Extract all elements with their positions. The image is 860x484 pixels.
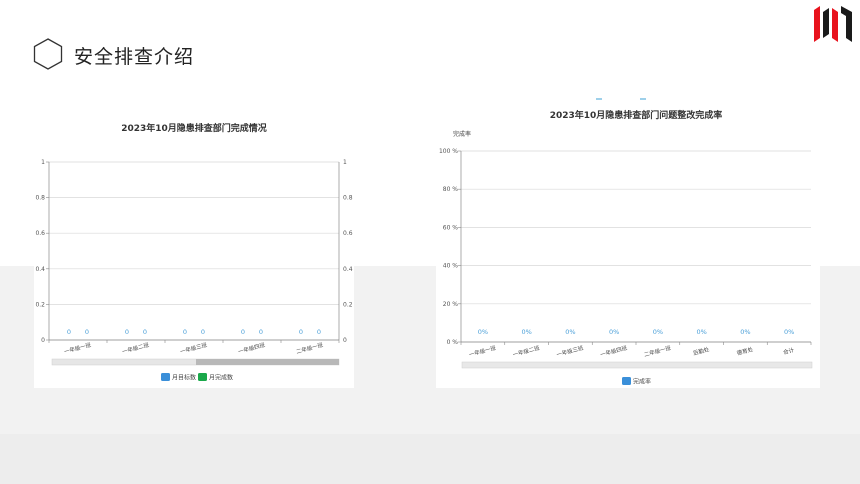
data-label: 0%	[521, 328, 531, 336]
y-tick-label: 0.6	[35, 230, 45, 237]
y-tick-label: 60 %	[443, 224, 459, 231]
data-label: 0%	[740, 328, 750, 336]
scrollbar-thumb[interactable]	[196, 359, 339, 365]
x-tick-label: 一年级三班	[179, 341, 208, 356]
x-tick-label: 一年级一班	[468, 344, 497, 359]
legend-label: 月目标数	[172, 374, 196, 382]
legend-label: 月完成数	[209, 374, 233, 382]
data-label: 0	[317, 328, 321, 336]
data-label: 0	[299, 328, 303, 336]
y-tick-label: 40 %	[443, 263, 459, 270]
data-label: 0	[143, 328, 147, 336]
y-axis-label: 完成率	[453, 130, 471, 138]
chart-toolbar-mark	[596, 98, 602, 100]
data-label: 0%	[609, 328, 619, 336]
x-tick-label: 一年级四班	[237, 341, 266, 356]
y2-tick-label: 0	[343, 337, 347, 344]
y2-tick-label: 0.8	[343, 195, 353, 202]
brand-logo	[814, 6, 852, 42]
y-tick-label: 100 %	[439, 148, 458, 155]
footer-band	[0, 434, 860, 484]
y-tick-label: 0.2	[35, 301, 45, 308]
completion-chart: 2023年10月隐患排查部门完成情况 0 0 0.2 0.2 0.4 0.4 0.6 0.6 0…	[35, 122, 353, 382]
rectification-rate-chart: 2023年10月隐患排查部门问题整改完成率 完成率 0 % 20 % 40 % 60 …	[439, 98, 813, 386]
x-tick-label: 二年级一班	[295, 341, 324, 356]
y2-tick-label: 0.6	[343, 230, 353, 237]
data-label: 0	[201, 328, 205, 336]
y2-tick-label: 1	[343, 159, 347, 166]
y-tick-label: 0	[41, 337, 45, 344]
page-title: 安全排查介绍	[74, 46, 195, 68]
chart-panel-rectification: 2023年10月隐患排查部门问题整改完成率 完成率 0 % 20 % 40 % 60 …	[436, 98, 820, 388]
legend-swatch	[198, 373, 207, 381]
data-label: 0%	[784, 328, 794, 336]
y-tick-label: 0.4	[35, 266, 45, 273]
legend-swatch	[161, 373, 170, 381]
data-label: 0	[259, 328, 263, 336]
chart-title: 2023年10月隐患排查部门完成情况	[121, 122, 267, 134]
x-tick-label: 二年级一班	[643, 344, 672, 359]
y-tick-label: 0.8	[35, 195, 45, 202]
scrollbar-track[interactable]	[461, 361, 813, 369]
data-label: 0%	[565, 328, 575, 336]
data-label: 0	[183, 328, 187, 336]
y-tick-label: 0 %	[447, 339, 459, 346]
data-label: 0%	[696, 328, 706, 336]
data-label: 0%	[478, 328, 488, 336]
x-tick-label: 一年级一班	[63, 341, 92, 356]
x-tick-label: 后勤处	[692, 345, 710, 357]
chart-toolbar-mark	[640, 98, 646, 100]
chart-panel-completion: 2023年10月隐患排查部门完成情况 0 0 0.2 0.2 0.4 0.4 0.6 0.6 0…	[34, 98, 354, 388]
legend-label: 完成率	[633, 378, 651, 386]
legend-swatch	[622, 377, 631, 385]
data-label: 0	[67, 328, 71, 336]
chart-title: 2023年10月隐患排查部门问题整改完成率	[550, 109, 723, 121]
data-label: 0	[85, 328, 89, 336]
data-label: 0	[125, 328, 129, 336]
x-tick-label: 合计	[782, 346, 795, 357]
y2-tick-label: 0.2	[343, 301, 353, 308]
data-label: 0%	[653, 328, 663, 336]
hexagon-icon	[33, 38, 63, 70]
x-tick-label: 一年级二班	[512, 344, 541, 359]
x-tick-label: 一年级四班	[599, 344, 628, 359]
data-label: 0	[241, 328, 245, 336]
y-tick-label: 20 %	[443, 301, 459, 308]
x-tick-label: 德育处	[736, 345, 754, 357]
y-tick-label: 80 %	[443, 186, 459, 193]
y-tick-label: 1	[41, 159, 45, 166]
x-tick-label: 一年级三班	[556, 344, 585, 359]
x-tick-label: 一年级二班	[121, 341, 150, 356]
y2-tick-label: 0.4	[343, 266, 353, 273]
